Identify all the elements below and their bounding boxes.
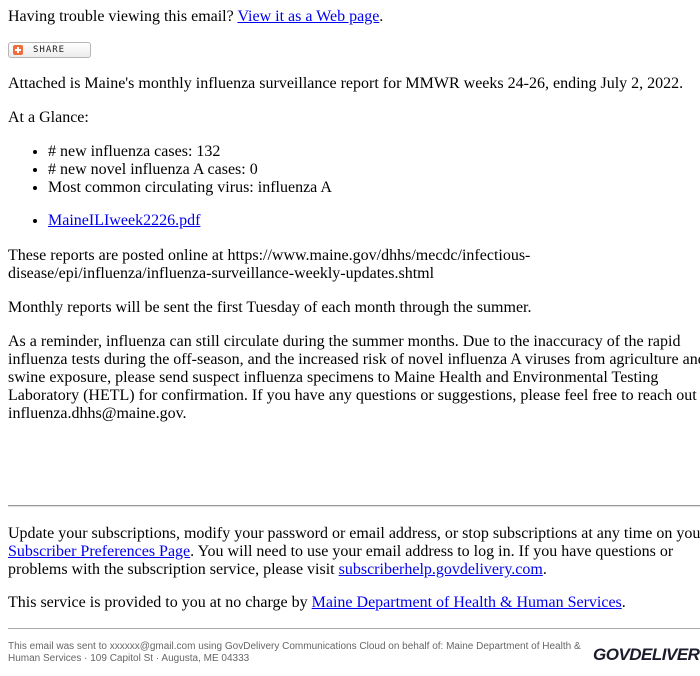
attachment-pdf-link[interactable]: MaineILIweek2226.pdf	[48, 212, 200, 229]
divider	[8, 505, 700, 507]
at-a-glance-heading: At a Glance:	[8, 109, 89, 126]
intro-text: Attached is Maine's monthly influenza su…	[8, 75, 684, 92]
maine-dhhs-link[interactable]: Maine Department of Health & Human Servi…	[312, 594, 622, 611]
trouble-suffix: .	[379, 8, 384, 25]
service-suffix: .	[621, 594, 626, 611]
trouble-viewing-text: Having trouble viewing this email?	[8, 8, 238, 25]
share-button[interactable]: SHARE	[8, 42, 91, 58]
posted-online-text: These reports are posted online at https…	[8, 247, 531, 282]
subscriber-help-link[interactable]: subscriberhelp.govdelivery.com	[339, 561, 543, 578]
list-item: # new influenza cases: 132	[48, 143, 700, 161]
plus-icon	[13, 45, 23, 55]
share-label: SHARE	[33, 45, 66, 55]
trouble-viewing-line: Having trouble viewing this email? View …	[8, 8, 383, 26]
service-text-prefix: This service is provided to you at no ch…	[8, 594, 312, 611]
glance-list: # new influenza cases: 132 # new novel i…	[8, 143, 700, 197]
service-text: This service is provided to you at no ch…	[8, 594, 626, 612]
subscriber-preferences-link[interactable]: Subscriber Preferences Page	[8, 543, 190, 560]
view-web-page-link[interactable]: View it as a Web page	[237, 8, 379, 25]
monthly-reports-text: Monthly reports will be sent the first T…	[8, 299, 532, 316]
footer-divider	[8, 628, 700, 629]
subscription-text-3: .	[542, 561, 547, 578]
logo-text: GOVDELIVERY	[593, 645, 700, 664]
list-item: Most common circulating virus: influenza…	[48, 179, 700, 197]
subscription-text-1: Update your subscriptions, modify your p…	[8, 525, 700, 542]
reminder-text: As a reminder, influenza can still circu…	[8, 333, 700, 422]
list-item: # new novel influenza A cases: 0	[48, 161, 700, 179]
footer-text: This email was sent to xxxxxx@gmail.com …	[8, 641, 581, 664]
attachment-item: MaineILIweek2226.pdf	[48, 212, 200, 230]
govdelivery-logo[interactable]: GOVDELIVERY»	[593, 645, 700, 665]
subscription-text: Update your subscriptions, modify your p…	[8, 525, 700, 579]
attachment-list: MaineILIweek2226.pdf	[8, 212, 200, 230]
